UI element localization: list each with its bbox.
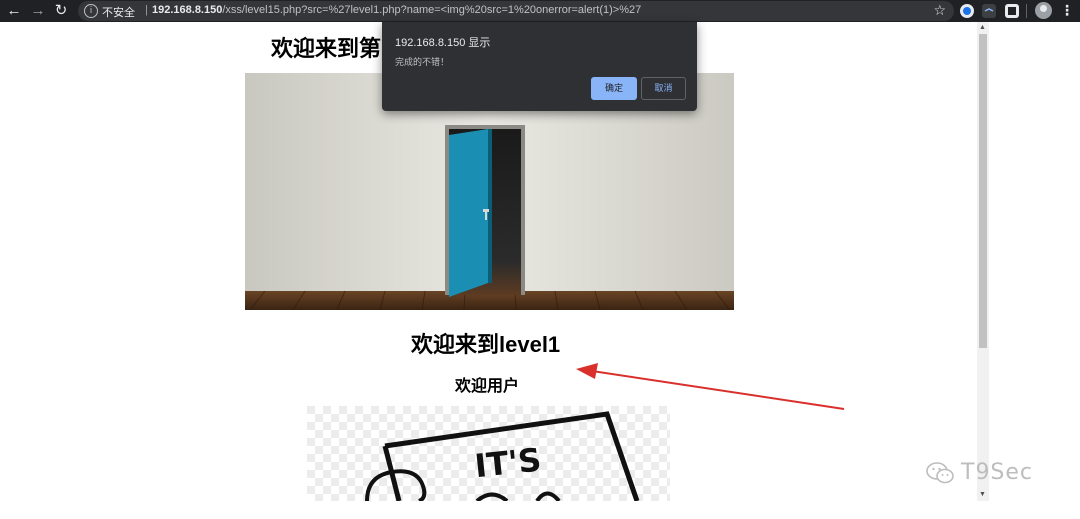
address-bar[interactable]: i 不安全 | 192.168.8.150/xss/level15.php?sr… [78, 1, 954, 21]
dialog-message: 完成的不错！ [395, 57, 450, 67]
toolbar-divider [1026, 4, 1027, 18]
reload-icon[interactable]: ↻ [52, 2, 70, 20]
circle-extension-icon[interactable] [960, 4, 974, 18]
browser-toolbar: ← → ↻ i 不安全 | 192.168.8.150/xss/level15.… [0, 0, 1080, 22]
ok-button[interactable]: 确定 [591, 77, 637, 100]
wechat-icon [926, 462, 954, 484]
tab-extension-glyph [984, 8, 994, 12]
security-label[interactable]: 不安全 [102, 4, 135, 20]
scroll-down-icon[interactable]: ▼ [979, 491, 986, 499]
its-sign-image: IT'S [307, 406, 670, 501]
url-host: 192.168.8.150 [152, 4, 223, 16]
scroll-thumb[interactable] [979, 34, 987, 348]
page-top-heading: 欢迎来到第 [271, 36, 382, 61]
info-icon[interactable]: i [84, 4, 98, 18]
dialog-title: 192.168.8.150 显示 [395, 37, 491, 49]
security-separator: | [145, 4, 148, 16]
bottom-strip [0, 501, 977, 519]
square-extension-icon[interactable] [1005, 4, 1019, 18]
url-path: /xss/level15.php?src=%27level1.php?name=… [222, 4, 642, 16]
more-vert-icon[interactable]: ⋮ [1060, 2, 1074, 19]
watermark-text: T9Sec [961, 460, 1034, 485]
alert-dialog: 192.168.8.150 显示 完成的不错！ 确定 取消 [382, 22, 697, 111]
scroll-up-icon[interactable]: ▲ [979, 24, 986, 32]
star-icon[interactable]: ☆ [933, 2, 946, 19]
avatar-icon[interactable] [1035, 2, 1052, 19]
level-heading: 欢迎来到level1 [411, 332, 561, 357]
page-scrollbar[interactable]: ▲ ▼ [977, 22, 989, 501]
cancel-button[interactable]: 取消 [641, 77, 686, 100]
annotation-arrow [576, 363, 845, 410]
sign-text: IT'S [473, 441, 543, 486]
url-text[interactable]: 192.168.8.150/xss/level15.php?src=%27lev… [152, 4, 641, 16]
user-heading: 欢迎用户 [455, 378, 520, 395]
forward-icon[interactable]: → [29, 2, 47, 20]
back-icon[interactable]: ← [5, 2, 23, 20]
tab-extension-icon[interactable] [982, 4, 996, 18]
